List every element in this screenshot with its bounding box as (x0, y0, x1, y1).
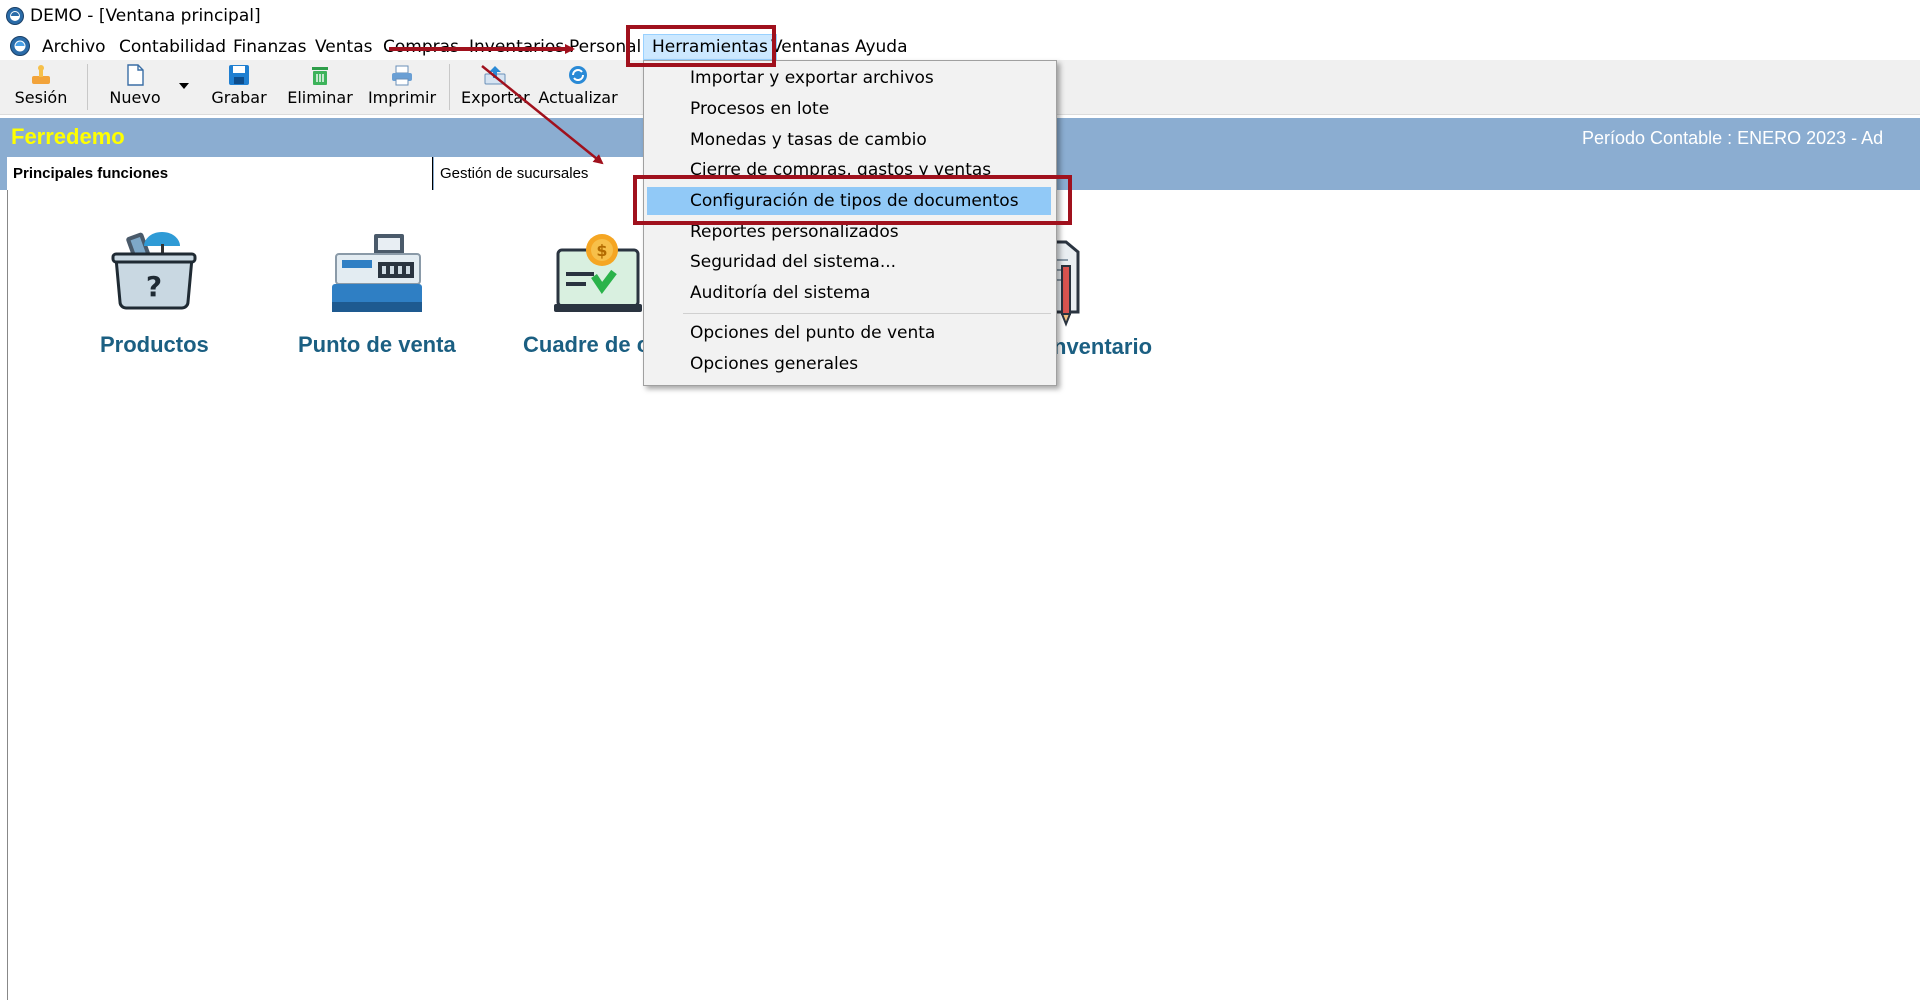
tab-gestion-sucursales[interactable]: Gestión de sucursales (434, 157, 646, 190)
cash-balance-icon[interactable]: $ (554, 232, 644, 318)
delete-bin-icon (312, 67, 328, 85)
export-icon (484, 66, 506, 85)
menu-ventas[interactable]: Ventas (315, 36, 372, 58)
new-document-icon (127, 64, 144, 86)
annotation-box-herramientas (626, 25, 776, 67)
cash-register-icon[interactable] (330, 230, 424, 318)
title-bar: DEMO - [Ventana principal] (0, 0, 1920, 32)
menu-item-opciones-punto-venta[interactable]: Opciones del punto de venta (647, 319, 1051, 347)
accounting-period: Período Contable : ENERO 2023 - Ad (1582, 128, 1884, 148)
toolbar-separator (87, 64, 88, 110)
session-icon (32, 65, 50, 84)
tile-products-label[interactable]: Productos (100, 332, 209, 358)
new-button[interactable]: Nuevo (103, 62, 167, 112)
products-icon[interactable]: ? (110, 226, 198, 314)
delete-button[interactable]: Eliminar (286, 62, 354, 112)
menu-ayuda[interactable]: Ayuda (855, 36, 908, 58)
new-dropdown-arrow-icon[interactable] (179, 83, 189, 89)
window-title: DEMO - [Ventana principal] (30, 6, 261, 26)
toolbar-separator (449, 64, 450, 110)
menu-item-auditoria-sistema[interactable]: Auditoría del sistema (647, 279, 1051, 307)
refresh-button[interactable]: Actualizar (538, 62, 618, 112)
menu-item-monedas-tasas[interactable]: Monedas y tasas de cambio (647, 126, 1051, 154)
tile-cash-balance-label[interactable]: Cuadre de c (523, 332, 649, 358)
print-button[interactable]: Imprimir (367, 62, 437, 112)
menu-archivo[interactable]: Archivo (42, 36, 106, 58)
system-menu-icon[interactable] (9, 35, 31, 57)
tile-inventory-label[interactable]: nventario (1053, 334, 1152, 360)
tab-principales-funciones[interactable]: Principales funciones (7, 157, 433, 190)
svg-text:$: $ (596, 241, 607, 260)
save-button[interactable]: Grabar (207, 62, 271, 112)
menu-compras[interactable]: Compras (383, 36, 459, 58)
menu-separator (683, 313, 1051, 314)
svg-text:?: ? (146, 270, 162, 303)
menu-item-importar-exportar[interactable]: Importar y exportar archivos (647, 64, 1051, 92)
save-disk-icon (229, 65, 249, 85)
export-button[interactable]: Exportar (461, 62, 530, 112)
menu-finanzas[interactable]: Finanzas (233, 36, 306, 58)
session-button[interactable]: Sesión (10, 62, 72, 112)
printer-icon (392, 65, 412, 86)
menu-ventanas[interactable]: Ventanas (771, 36, 850, 58)
refresh-icon (569, 66, 587, 84)
menu-inventarios[interactable]: Inventarios (469, 36, 564, 58)
company-name: Ferredemo (11, 124, 125, 149)
menu-item-opciones-generales[interactable]: Opciones generales (647, 350, 1051, 378)
menu-item-seguridad-sistema[interactable]: Seguridad del sistema... (647, 248, 1051, 276)
tile-pos-label[interactable]: Punto de venta (298, 332, 456, 358)
menu-contabilidad[interactable]: Contabilidad (119, 36, 226, 58)
annotation-box-configuracion (633, 175, 1072, 225)
menu-item-procesos-lote[interactable]: Procesos en lote (647, 95, 1051, 123)
app-globe-icon (6, 7, 24, 25)
